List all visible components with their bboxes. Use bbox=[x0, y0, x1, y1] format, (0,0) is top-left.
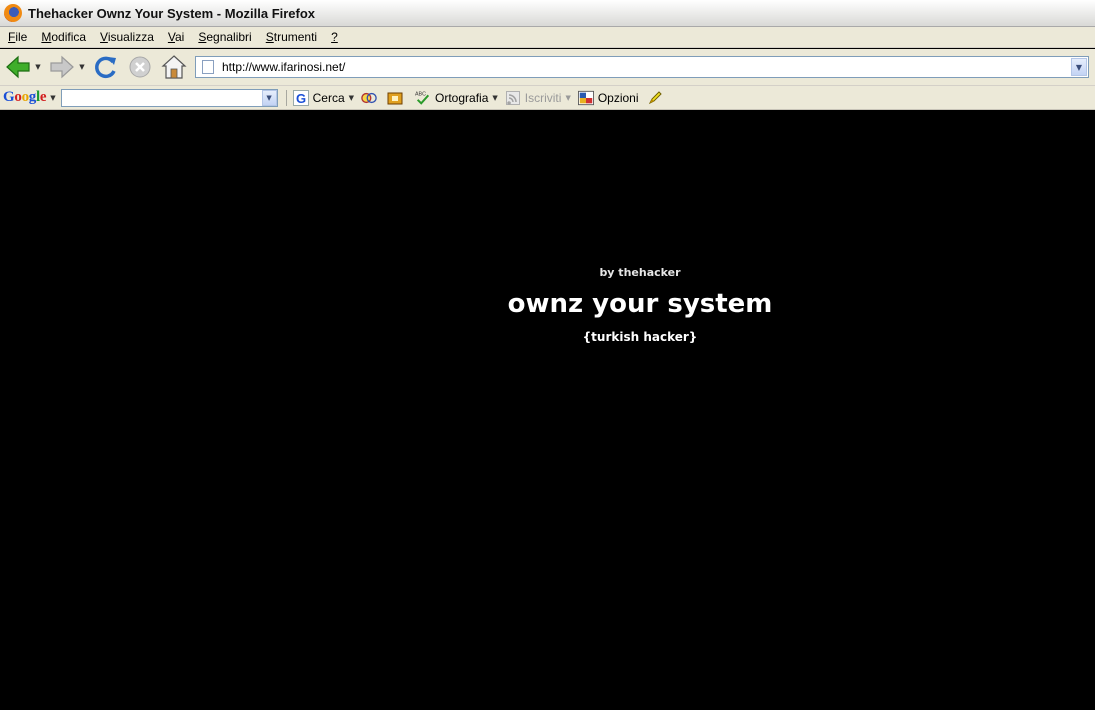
url-bar[interactable]: http://www.ifarinosi.net/ ▼ bbox=[195, 56, 1089, 78]
google-logo-letter: o bbox=[14, 89, 22, 105]
google-search-history-dropdown[interactable]: ▼ bbox=[261, 89, 277, 106]
byline-text: by thehacker bbox=[599, 266, 681, 279]
forward-arrow-icon bbox=[50, 55, 74, 79]
highlighter-icon[interactable] bbox=[647, 90, 663, 106]
home-button[interactable] bbox=[159, 52, 189, 82]
window-title: Thehacker Ownz Your System - Mozilla Fir… bbox=[28, 5, 316, 21]
menu-modifica-label: odifica bbox=[51, 30, 87, 44]
menu-segnalibri[interactable]: Segnalibri bbox=[192, 30, 259, 44]
google-search-input[interactable]: ▼ bbox=[60, 88, 278, 107]
window-title-bar: Thehacker Ownz Your System - Mozilla Fir… bbox=[0, 0, 1095, 27]
options-icon[interactable] bbox=[577, 90, 594, 106]
home-icon bbox=[161, 55, 187, 79]
menu-strumenti-accel: S bbox=[265, 30, 274, 44]
google-toolbar: Google ▼ ▼ G Cerca ▼ ABC Ortografia ▼ Is… bbox=[0, 86, 1095, 110]
menu-visualizza-accel: V bbox=[100, 30, 108, 44]
menu-modifica[interactable]: Modifica bbox=[35, 30, 94, 44]
toolbar-separator bbox=[285, 89, 287, 106]
forward-history-dropdown[interactable]: ▼ bbox=[77, 52, 87, 82]
page-icon bbox=[202, 60, 214, 74]
menu-help-accel: ? bbox=[331, 30, 338, 44]
back-button[interactable] bbox=[3, 52, 33, 82]
menu-file[interactable]: File bbox=[2, 30, 35, 44]
menu-visualizza[interactable]: Visualizza bbox=[94, 30, 162, 44]
opzioni-button[interactable]: Opzioni bbox=[598, 91, 639, 105]
cerca-dropdown[interactable]: ▼ bbox=[349, 94, 354, 102]
menu-vai-accel: V bbox=[167, 30, 175, 44]
ortografia-button[interactable]: Ortografia bbox=[435, 91, 488, 105]
menu-file-label: ile bbox=[15, 30, 28, 44]
spellcheck-badge: ABC bbox=[415, 91, 426, 97]
spellcheck-icon[interactable]: ABC bbox=[415, 90, 431, 106]
cerca-button[interactable]: Cerca bbox=[313, 91, 345, 105]
url-history-dropdown[interactable]: ▼ bbox=[1071, 58, 1087, 76]
ortografia-dropdown[interactable]: ▼ bbox=[492, 94, 497, 102]
menu-visualizza-label: isualizza bbox=[107, 30, 154, 44]
menu-help[interactable]: ? bbox=[325, 30, 346, 44]
stop-icon bbox=[129, 56, 151, 78]
navigation-toolbar: ▼ ▼ http://www.ifarinosi.net/ ▼ bbox=[0, 49, 1095, 86]
back-history-dropdown[interactable]: ▼ bbox=[33, 52, 43, 82]
url-text[interactable]: http://www.ifarinosi.net/ bbox=[222, 60, 1071, 74]
menu-vai[interactable]: Vai bbox=[162, 30, 192, 44]
svg-text:G: G bbox=[296, 91, 306, 106]
page-content: by thehacker ownz your system {turkish h… bbox=[0, 111, 1095, 710]
iscriviti-button[interactable]: Iscriviti bbox=[525, 91, 562, 105]
back-arrow-icon bbox=[6, 55, 30, 79]
google-logo-letter: g bbox=[28, 89, 37, 105]
headline-text: ownz your system bbox=[507, 289, 773, 319]
stop-button[interactable] bbox=[125, 52, 155, 82]
menu-vai-label: ai bbox=[175, 30, 185, 44]
google-menu-dropdown[interactable]: ▼ bbox=[50, 94, 55, 102]
subline-text: {turkish hacker} bbox=[582, 330, 698, 344]
reload-icon bbox=[95, 56, 116, 79]
google-g-icon[interactable]: G bbox=[292, 89, 309, 106]
rss-feed-icon[interactable] bbox=[505, 90, 521, 106]
menu-strumenti[interactable]: Strumenti bbox=[260, 30, 325, 44]
menu-strumenti-label: trumenti bbox=[273, 30, 318, 44]
menu-bar: File Modifica Visualizza Vai Segnalibri … bbox=[0, 27, 1095, 48]
google-logo-letter: o bbox=[21, 89, 30, 105]
firefox-logo-icon bbox=[4, 4, 22, 22]
menu-segnalibri-label: egnalibri bbox=[206, 30, 252, 44]
google-logo-letter: G bbox=[3, 89, 15, 105]
menu-modifica-accel: M bbox=[41, 30, 52, 44]
iscriviti-dropdown[interactable]: ▼ bbox=[565, 94, 570, 102]
pagerank-icon[interactable] bbox=[361, 90, 377, 106]
reload-button[interactable] bbox=[91, 52, 121, 82]
google-logo-letter: e bbox=[39, 89, 47, 105]
popup-blocker-icon[interactable] bbox=[387, 90, 403, 106]
google-logo[interactable]: Google bbox=[3, 89, 47, 106]
forward-button[interactable] bbox=[47, 52, 77, 82]
